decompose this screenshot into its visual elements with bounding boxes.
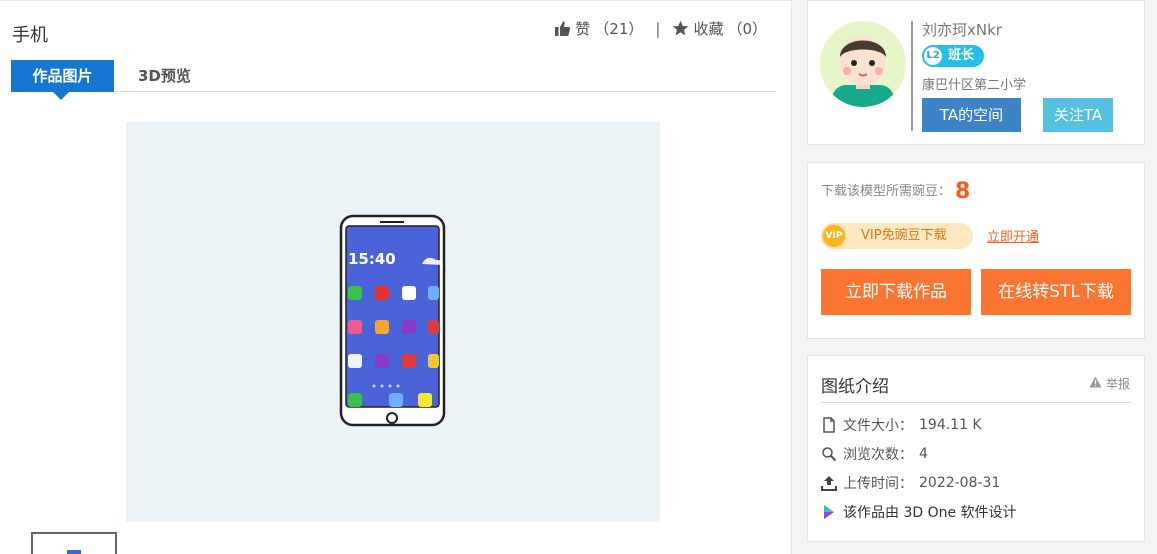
tab-images[interactable]: 作品图片	[11, 60, 114, 100]
main-panel: 手机 赞 （21） | 收藏 （0） 作品图片 3D预览 15:40	[0, 0, 792, 554]
like-label[interactable]: 赞	[575, 18, 590, 39]
info-title: 图纸介绍	[821, 377, 889, 397]
designed-with-row: 该作品由 3D One 软件设计	[821, 502, 1017, 522]
thumbs-up-icon[interactable]	[554, 20, 571, 37]
3d-one-logo-icon	[821, 504, 837, 520]
file-size-label: 文件大小：	[843, 418, 913, 434]
fav-count: （0）	[727, 20, 767, 38]
tab-bar: 作品图片 3D预览	[11, 60, 776, 100]
vip-free-download[interactable]: VIP VIP免豌豆下载	[821, 223, 973, 249]
views-row: 浏览次数： 4	[821, 444, 928, 464]
author-school: 康巴什区第二小学	[922, 78, 1027, 93]
required-beans-value: 8	[955, 179, 971, 204]
download-card: 下载该模型所需豌豆： 8 VIP VIP免豌豆下载 立即开通 立即下载作品 在线转…	[807, 162, 1145, 339]
views-value: 4	[919, 446, 928, 462]
page-title: 手机	[12, 25, 48, 46]
required-beans: 下载该模型所需豌豆： 8	[821, 179, 970, 204]
vip-label: VIP免豌豆下载	[861, 228, 947, 243]
thumbnail-phone	[67, 550, 81, 554]
upload-time-row: 上传时间： 2022-08-31	[821, 473, 1000, 493]
vip-icon: VIP	[821, 223, 847, 249]
like-count: （21）	[594, 20, 644, 38]
info-card: 图纸介绍 举报 文件大小： 194.11 K 浏览次数： 4 上传时间： 202…	[807, 355, 1145, 542]
star-icon[interactable]	[672, 20, 689, 37]
file-icon	[821, 417, 837, 433]
stl-download-button[interactable]: 在线转STL下载	[981, 269, 1131, 315]
role-badge: L2 班长	[922, 45, 984, 67]
file-size-value: 194.11 K	[919, 417, 982, 433]
designed-with-text: 该作品由 3D One 软件设计	[843, 505, 1017, 521]
role-label: 班长	[948, 48, 975, 63]
required-beans-label: 下载该模型所需豌豆：	[821, 184, 952, 199]
upload-label: 上传时间：	[843, 476, 913, 492]
file-size-row: 文件大小： 194.11 K	[821, 415, 982, 435]
follow-button[interactable]: 关注TA	[1043, 98, 1113, 132]
report-link[interactable]: 举报	[1089, 375, 1130, 392]
download-button[interactable]: 立即下载作品	[821, 269, 971, 315]
warning-icon	[1089, 376, 1102, 391]
divider	[821, 402, 1131, 403]
tab-3d-preview[interactable]: 3D预览	[138, 60, 191, 92]
fav-label[interactable]: 收藏	[693, 18, 723, 39]
phone-time: 15:40	[348, 250, 396, 268]
author-name[interactable]: 刘亦珂xNkr	[922, 19, 1002, 40]
author-card: 刘亦珂xNkr L2 班长 康巴什区第二小学 TA的空间 关注TA	[807, 0, 1145, 145]
views-label: 浏览次数：	[843, 447, 913, 463]
ta-space-button[interactable]: TA的空间	[922, 98, 1021, 132]
level-icon: L2	[924, 47, 942, 65]
upload-value: 2022-08-31	[919, 475, 1001, 491]
stats-separator: |	[655, 19, 661, 38]
upload-icon	[821, 475, 837, 491]
report-label[interactable]: 举报	[1106, 375, 1130, 392]
divider	[911, 21, 913, 131]
preview-thumbnail[interactable]	[31, 532, 117, 554]
views-icon	[821, 446, 837, 462]
open-vip-link[interactable]: 立即开通	[987, 226, 1039, 245]
model-preview-image[interactable]: 15:40	[126, 122, 660, 522]
avatar[interactable]	[820, 21, 906, 107]
stats-bar: 赞 （21） | 收藏 （0）	[554, 18, 767, 39]
phone-illustration: 15:40	[339, 214, 446, 427]
